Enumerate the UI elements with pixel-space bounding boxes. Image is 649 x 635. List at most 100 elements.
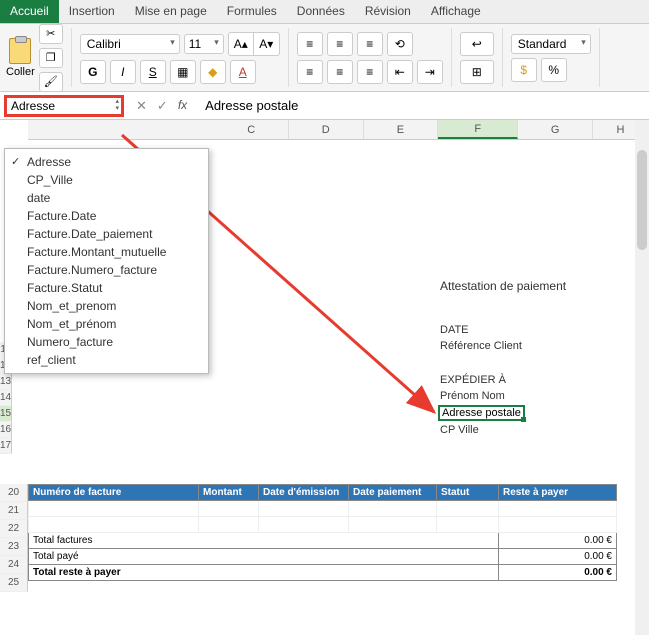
table-cell[interactable]: [437, 517, 499, 533]
merge-button[interactable]: ⊞: [460, 60, 494, 84]
name-option[interactable]: Facture.Montant_mutuelle: [5, 243, 208, 261]
cell-nom: Prénom Nom: [440, 390, 505, 402]
name-option[interactable]: Nom_et_prenom: [5, 297, 208, 315]
font-group: Calibri 11 A▴ A▾ G I S ▦ ◆ A: [80, 28, 289, 87]
font-size-select[interactable]: 11: [184, 34, 224, 54]
ribbon: Coller ✂ ❐ 🖌 Calibri 11 A▴ A▾ G I S ▦ ◆ …: [0, 24, 649, 92]
copy-icon: ❐: [46, 51, 56, 64]
row-header-16[interactable]: 16: [0, 422, 12, 438]
align-right-button[interactable]: ≡: [357, 60, 383, 84]
name-dropdown[interactable]: AdresseCP_VilledateFacture.DateFacture.D…: [4, 148, 209, 374]
alignment-group: ≡ ≡ ≡ ⟲ ≡ ≡ ≡ ⇤ ⇥: [297, 28, 452, 87]
align-center-button[interactable]: ≡: [327, 60, 353, 84]
paste-label: Coller: [6, 66, 35, 78]
decrease-font-button[interactable]: A▾: [254, 32, 280, 56]
cell-cp: CP Ville: [440, 424, 479, 436]
row-header-15[interactable]: 15: [0, 406, 12, 422]
clipboard-group: Coller ✂ ❐ 🖌: [6, 28, 72, 87]
name-option[interactable]: CP_Ville: [5, 171, 208, 189]
vertical-scrollbar[interactable]: [635, 120, 649, 635]
number-format-select[interactable]: Standard: [511, 34, 591, 54]
row-header-13[interactable]: 13: [0, 374, 12, 390]
col-header-D[interactable]: D: [289, 120, 364, 139]
fx-icon[interactable]: fx: [178, 98, 187, 114]
row-header-21[interactable]: 21: [0, 502, 28, 520]
tab-formules[interactable]: Formules: [217, 0, 287, 23]
tab-accueil[interactable]: Accueil: [0, 0, 59, 23]
table-cell[interactable]: [199, 501, 259, 517]
table-cell[interactable]: [499, 517, 617, 533]
selected-cell[interactable]: Adresse postale: [438, 405, 525, 421]
col-header-F[interactable]: F: [438, 120, 518, 139]
col-header-E[interactable]: E: [364, 120, 439, 139]
cancel-icon[interactable]: ✕: [136, 98, 147, 114]
align-middle-button[interactable]: ≡: [327, 32, 353, 56]
total-value: 0.00 €: [499, 533, 617, 549]
table-cell[interactable]: [349, 517, 437, 533]
name-option[interactable]: Nom_et_prénom: [5, 315, 208, 333]
tab-données[interactable]: Données: [287, 0, 355, 23]
font-color-button[interactable]: A: [230, 60, 256, 84]
wrap-merge-group: ↩ ⊞: [460, 28, 503, 87]
align-left-button[interactable]: ≡: [297, 60, 323, 84]
orientation-button[interactable]: ⟲: [387, 32, 413, 56]
tab-mise en page[interactable]: Mise en page: [125, 0, 217, 23]
formula-bar: Adresse ▴▾ ✕ ✓ fx Adresse postale: [0, 92, 649, 120]
name-box-stepper[interactable]: ▴▾: [115, 98, 119, 112]
table-cell[interactable]: [259, 517, 349, 533]
indent-decrease-button[interactable]: ⇤: [387, 60, 413, 84]
indent-increase-button[interactable]: ⇥: [417, 60, 443, 84]
fill-color-button[interactable]: ◆: [200, 60, 226, 84]
formula-input[interactable]: Adresse postale: [199, 98, 649, 113]
tab-insertion[interactable]: Insertion: [59, 0, 125, 23]
increase-font-button[interactable]: A▴: [228, 32, 254, 56]
cell-ref-client: Référence Client: [440, 340, 522, 352]
name-option[interactable]: Facture.Statut: [5, 279, 208, 297]
currency-button[interactable]: $: [511, 58, 537, 82]
table-cell[interactable]: [199, 517, 259, 533]
name-option[interactable]: Facture.Numero_facture: [5, 261, 208, 279]
cell-expedier: EXPÉDIER À: [440, 374, 506, 386]
row-header-23[interactable]: 23: [0, 538, 28, 556]
name-option[interactable]: ref_client: [5, 351, 208, 369]
row-header-14[interactable]: 14: [0, 390, 12, 406]
underline-button[interactable]: S: [140, 60, 166, 84]
table-header: Montant: [199, 485, 259, 501]
row-header-25[interactable]: 25: [0, 574, 28, 592]
name-option[interactable]: date: [5, 189, 208, 207]
name-box[interactable]: Adresse ▴▾: [4, 95, 124, 117]
italic-button[interactable]: I: [110, 60, 136, 84]
name-option[interactable]: Facture.Date: [5, 207, 208, 225]
percent-button[interactable]: %: [541, 58, 567, 82]
font-name-select[interactable]: Calibri: [80, 34, 180, 54]
align-top-button[interactable]: ≡: [297, 32, 323, 56]
row-header-20[interactable]: 20: [0, 484, 28, 502]
name-option[interactable]: Numero_facture: [5, 333, 208, 351]
row-header-17[interactable]: 17: [0, 438, 12, 454]
bold-button[interactable]: G: [80, 60, 106, 84]
cell-attestation: Attestation de paiement: [440, 279, 566, 293]
scissors-icon: ✂: [46, 27, 55, 40]
table-cell[interactable]: [349, 501, 437, 517]
paste-button[interactable]: Coller: [6, 38, 35, 78]
tab-affichage[interactable]: Affichage: [421, 0, 491, 23]
table-cell[interactable]: [29, 501, 199, 517]
row-header-24[interactable]: 24: [0, 556, 28, 574]
name-option[interactable]: Adresse: [5, 153, 208, 171]
table-cell[interactable]: [259, 501, 349, 517]
copy-button[interactable]: ❐: [39, 48, 63, 68]
row-header-22[interactable]: 22: [0, 520, 28, 538]
col-header-G[interactable]: G: [518, 120, 593, 139]
name-option[interactable]: Facture.Date_paiement: [5, 225, 208, 243]
border-button[interactable]: ▦: [170, 60, 196, 84]
wrap-text-button[interactable]: ↩: [460, 32, 494, 56]
col-header-C[interactable]: C: [214, 120, 289, 139]
format-painter-button[interactable]: 🖌: [39, 72, 63, 92]
cut-button[interactable]: ✂: [39, 24, 63, 44]
confirm-icon[interactable]: ✓: [157, 98, 168, 114]
table-cell[interactable]: [437, 501, 499, 517]
tab-révision[interactable]: Révision: [355, 0, 421, 23]
table-cell[interactable]: [29, 517, 199, 533]
table-cell[interactable]: [499, 501, 617, 517]
align-bottom-button[interactable]: ≡: [357, 32, 383, 56]
